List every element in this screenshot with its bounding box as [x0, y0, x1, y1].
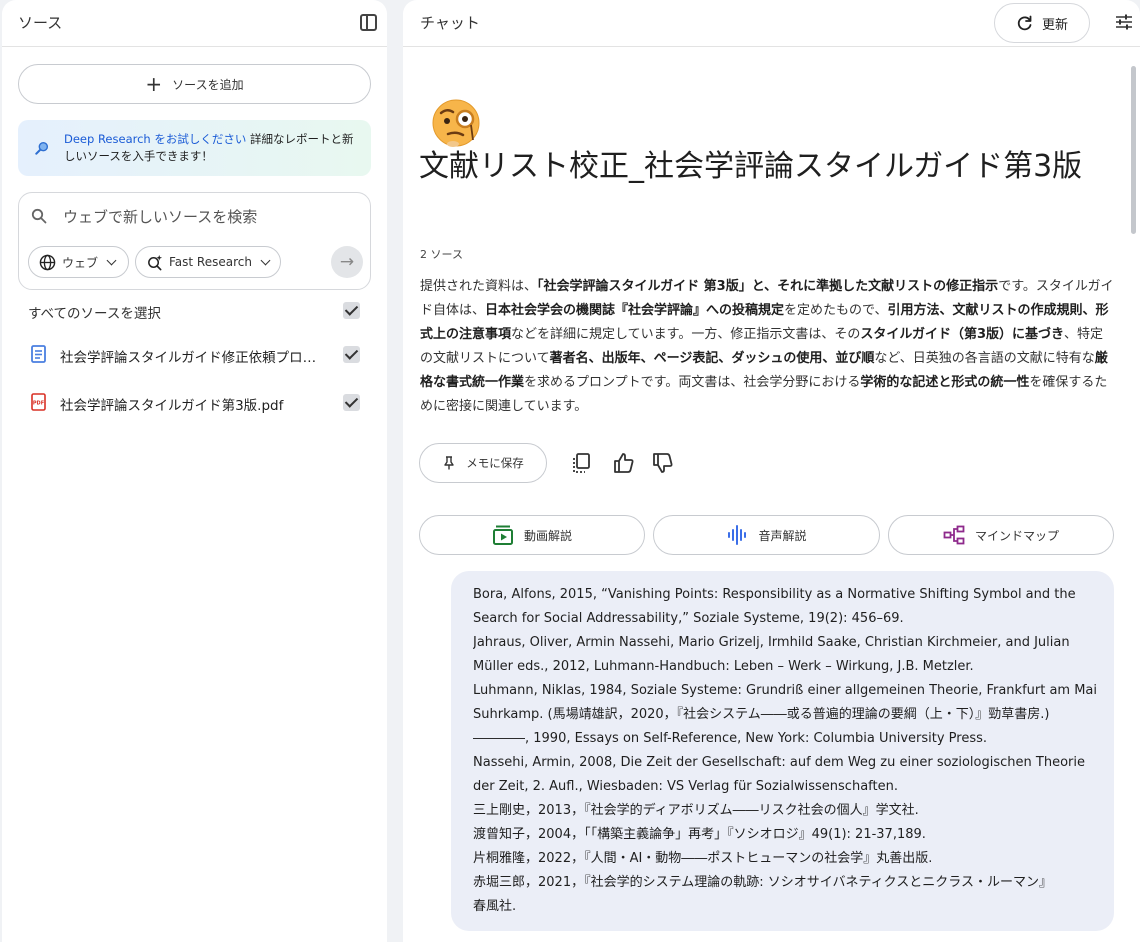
message-line: Bora, Alfons, 2015, “Vanishing Points: R… — [473, 587, 1076, 602]
audio-overview-button[interactable]: 音声解説 — [653, 515, 880, 555]
chat-scrollbar[interactable] — [1131, 66, 1136, 234]
plus-icon: + — [145, 72, 163, 96]
message-line: Jahraus, Oliver, Armin Nassehi, Mario Gr… — [473, 635, 1070, 650]
source-item-label: 社会学評論スタイルガイド修正依頼プロンプト — [60, 350, 324, 366]
research-mode-dropdown[interactable]: Fast Research — [135, 246, 281, 278]
user-message-bubble: Bora, Alfons, 2015, “Vanishing Points: R… — [451, 571, 1114, 931]
thumbs-up-icon[interactable] — [612, 451, 636, 475]
notebook-summary: 提供された資料は、「社会学評論スタイルガイド 第3版」と、それに準拠した文献リス… — [420, 275, 1114, 419]
message-line: Search for Social Addressability,” Sozia… — [473, 611, 904, 626]
sources-divider — [2, 46, 387, 47]
select-all-checkbox[interactable] — [343, 302, 360, 319]
summary-emphasis: 学術的な記述と形式の統一性 — [860, 375, 1030, 390]
source-item-checkbox[interactable] — [343, 346, 360, 363]
copy-icon[interactable] — [570, 451, 594, 475]
pdf-icon: PDF — [31, 393, 46, 411]
summary-text: などを詳細に規定しています。一方、修正指示文書は、その — [511, 327, 861, 342]
summary-text: を定めたもので、 — [784, 303, 888, 318]
deep-research-banner: Deep Research をお試しください 詳細なレポートと新しいソースを入手… — [18, 120, 371, 176]
source-item[interactable]: PDF 社会学評論スタイルガイド第3版.pdf — [2, 382, 387, 422]
search-submit-button[interactable]: → — [331, 246, 363, 278]
message-line: Suhrkamp. (馬場靖雄訳，2020，『社会システム――或る普遍的理論の要… — [473, 707, 1050, 722]
notebook-title: 文献リスト校正_社会学評論スタイルガイド第3版 — [419, 149, 1083, 184]
select-all-row[interactable]: すべてのソースを選択 — [2, 290, 387, 330]
summary-text: を求めるプロンプトです。両文書は、社会学分野における — [524, 375, 861, 390]
summary-emphasis: 日本社会学会の機関誌『社会学評論』への投稿規定 — [485, 303, 785, 318]
sources-title: ソース — [18, 14, 63, 32]
face-with-monocle-icon — [432, 99, 480, 147]
add-source-button[interactable]: + ソースを追加 — [18, 64, 371, 104]
globe-icon — [39, 254, 56, 270]
source-count: 2 ソース — [420, 248, 463, 261]
save-to-note-label: メモに保存 — [466, 456, 524, 470]
message-line: Luhmann, Niklas, 1984, Soziale Systeme: … — [473, 683, 1096, 698]
thumbs-down-icon[interactable] — [651, 451, 675, 475]
add-source-label: ソースを追加 — [172, 77, 244, 92]
message-line: der Zeit, 2. Aufl., Wiesbaden: VS Verlag… — [473, 779, 898, 794]
message-line: Nassehi, Armin, 2008, Die Zeit der Gesel… — [473, 755, 1085, 770]
web-option-label: ウェブ — [62, 255, 99, 270]
svg-text:PDF: PDF — [33, 401, 44, 407]
sources-panel: ソース + ソースを追加 Deep Research をお試しください 詳細なレ… — [2, 0, 387, 942]
summary-emphasis: 著者名、出版年、ページ表記、ダッシュの使用、並び順 — [549, 351, 875, 366]
tune-icon[interactable] — [1115, 13, 1133, 31]
refresh-button[interactable]: 更新 — [994, 3, 1090, 43]
summary-text: 提供された資料は、 — [420, 279, 538, 294]
deep-research-link[interactable]: Deep Research をお試しください — [64, 132, 246, 146]
arrow-right-icon: → — [339, 252, 355, 272]
chat-divider — [403, 46, 1140, 47]
message-line: 渡曾知子，2004，「「構築主義論争」再考」『ソシオロジ』49(1): 21-3… — [473, 827, 926, 842]
web-source-dropdown[interactable]: ウェブ — [28, 246, 129, 278]
source-search-input[interactable] — [63, 205, 353, 229]
select-all-label: すべてのソースを選択 — [28, 306, 161, 322]
chevron-down-icon — [260, 255, 271, 265]
audio-waveform-icon — [728, 525, 747, 545]
pin-icon — [444, 456, 454, 470]
mind-map-button[interactable]: マインドマップ — [888, 515, 1114, 555]
source-item-label: 社会学評論スタイルガイド第3版.pdf — [60, 398, 284, 414]
sparkle-search-icon — [148, 254, 163, 270]
source-item[interactable]: 社会学評論スタイルガイド修正依頼プロンプト — [2, 334, 387, 374]
audio-overview-label: 音声解説 — [758, 528, 807, 543]
message-line: 三上剛史，2013，『社会学的ディアボリズム――リスク社会の個人』学文社. — [473, 803, 919, 818]
mind-map-label: マインドマップ — [974, 528, 1059, 543]
deep-research-icon — [35, 141, 49, 155]
refresh-label: 更新 — [1041, 17, 1068, 33]
chat-panel: チャット 更新 文献リスト校正_社会学評論スタイルガイド第3版 2 ソース 提供… — [403, 0, 1140, 942]
summary-text: など、日英独の各言語の文献に特有な — [874, 351, 1095, 366]
refresh-icon — [1017, 15, 1032, 31]
research-option-label: Fast Research — [169, 255, 252, 269]
message-line: 春風社. — [473, 899, 517, 914]
message-line: Müller eds., 2012, Luhmann-Handbuch: Leb… — [473, 659, 974, 674]
message-line: 片桐雅隆，2022，『人間・AI・動物――ポストヒューマンの社会学』丸善出版. — [473, 851, 933, 866]
source-item-checkbox[interactable] — [343, 394, 360, 411]
video-overview-icon — [492, 525, 513, 545]
collapse-panel-icon[interactable] — [360, 14, 377, 31]
video-overview-label: 動画解説 — [523, 528, 572, 543]
summary-emphasis: スタイルガイド（第3版）に基づき — [860, 327, 1064, 342]
source-search-card: ウェブ Fast Research → — [18, 192, 371, 290]
message-line: 赤堀三郎，2021，『社会学的システム理論の軌跡: ソシオサイバネティクスとニク… — [473, 875, 1053, 890]
chat-title: チャット — [420, 14, 480, 32]
document-icon — [31, 345, 46, 363]
sources-header: ソース — [2, 0, 387, 46]
summary-emphasis: 「社会学評論スタイルガイド 第3版」と、それに準拠した文献リストの修正指示 — [537, 279, 999, 294]
video-overview-button[interactable]: 動画解説 — [419, 515, 645, 555]
mind-map-icon — [943, 525, 965, 545]
chat-header: チャット 更新 — [403, 0, 1140, 46]
search-icon — [31, 208, 47, 224]
chevron-down-icon — [106, 255, 117, 265]
message-line: ――――, 1990, Essays on Self-Reference, Ne… — [473, 731, 988, 746]
save-to-note-button[interactable]: メモに保存 — [419, 443, 547, 483]
